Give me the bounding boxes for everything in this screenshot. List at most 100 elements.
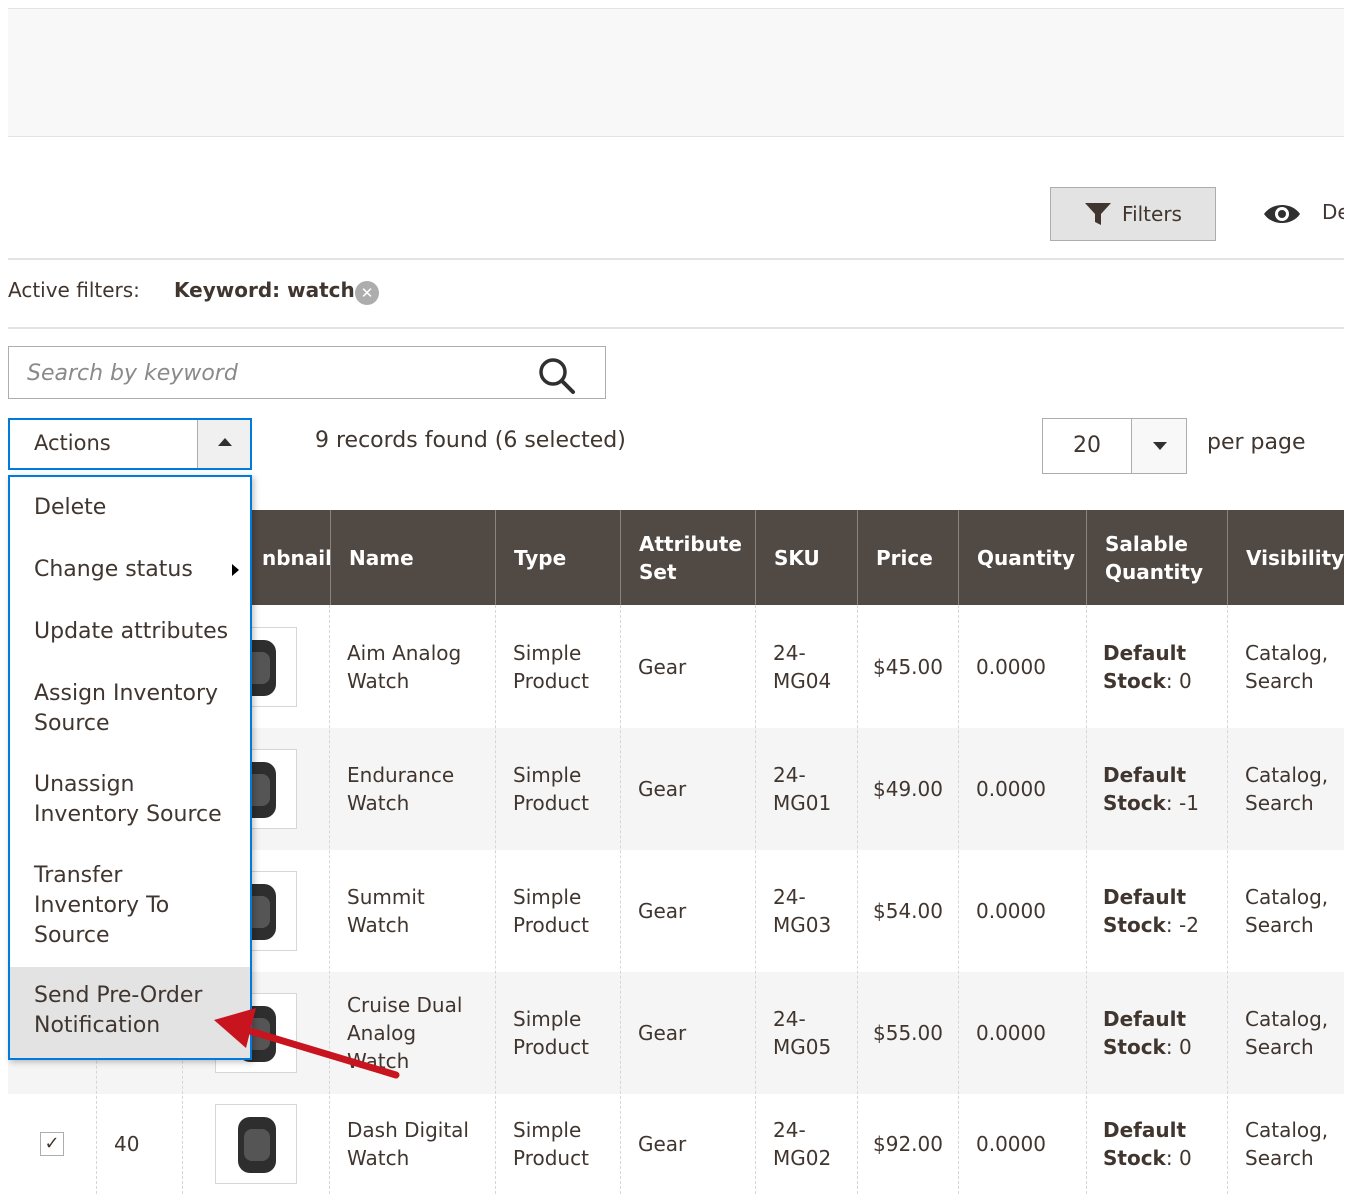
default-view-label[interactable]: De [1322,200,1344,224]
salable-quantity: Default Stock: -1 [1103,761,1199,817]
remove-filter-icon[interactable]: ✕ [355,281,379,305]
column-salable-quantity[interactable]: Salable Quantity [1086,510,1227,605]
product-visibility: Catalog, Search [1245,1118,1329,1170]
keyword-filter: Keyword: watch [174,278,355,302]
column-label: Attribute Set [639,531,742,584]
menu-item-change-status[interactable]: Change status [10,555,250,601]
per-page-value: 20 [1073,433,1101,458]
product-type: Simple Product [513,1007,589,1059]
actions-select[interactable]: Actions [8,418,252,470]
column-label: Visibility [1246,545,1345,570]
product-thumbnail[interactable] [215,1104,297,1184]
attribute-set: Gear [638,1021,687,1045]
product-price: $45.00 [873,654,943,679]
attribute-set: Gear [638,654,687,679]
menu-item-transfer-inventory[interactable]: Transfer Inventory To Source [10,861,250,967]
filters-label: Filters [1122,202,1182,226]
product-quantity: 0.0000 [976,1021,1046,1045]
product-name: Aim Analog Watch [347,640,462,693]
product-sku: 24- MG04 [773,640,832,693]
salable-stock-value: : 0 [1165,668,1192,693]
salable-quantity: Default Stock: 0 [1103,639,1192,695]
active-filters-label: Active filters: [8,278,140,302]
watch-face [244,1129,270,1161]
column-name[interactable]: Name [330,510,495,605]
product-sku: 24- MG03 [773,885,832,937]
column-visibility[interactable]: Visibility [1227,510,1344,605]
search-icon[interactable] [536,355,576,395]
eye-icon[interactable] [1262,200,1302,228]
actions-toggle[interactable] [197,420,250,468]
product-type: Simple Product [513,763,589,815]
menu-item-label: Unassign Inventory Source [34,772,222,827]
menu-item-unassign-inventory-source[interactable]: Unassign Inventory Source [10,770,250,846]
product-quantity: 0.0000 [976,777,1046,801]
per-page-label: per page [1207,430,1306,455]
menu-item-label: Send Pre-Order Notification [34,983,203,1038]
column-label: Name [349,545,414,570]
product-quantity: 0.0000 [976,1132,1046,1156]
column-divider [495,605,496,1194]
per-page-toggle[interactable] [1131,419,1186,473]
product-name: Endurance Watch [347,763,455,815]
per-page-select[interactable]: 20 [1042,418,1187,474]
column-sku[interactable]: SKU [755,510,857,605]
column-divider [755,605,756,1194]
column-label: Quantity [977,545,1075,570]
salable-stock-value: : -1 [1165,791,1199,815]
annotation-arrow-icon [214,1008,400,1079]
product-price: $54.00 [873,899,943,923]
product-name: Dash Digital Watch [347,1118,469,1170]
product-name: Summit Watch [347,885,425,937]
product-type: Simple Product [513,1118,589,1170]
filters-button[interactable]: Filters [1050,187,1216,241]
page-header-bar [8,8,1344,137]
product-price: $92.00 [873,1132,943,1156]
product-visibility: Catalog, Search [1245,885,1329,937]
records-found: 9 records found (6 selected) [315,428,626,453]
product-id: 40 [114,1132,140,1156]
product-type: Simple Product [513,885,589,937]
column-label: SKU [774,545,820,570]
product-visibility: Catalog, Search [1245,1007,1329,1059]
search-input[interactable] [9,347,529,400]
product-type: Simple Product [513,640,589,693]
column-divider [1227,605,1228,1194]
column-price[interactable]: Price [857,510,958,605]
menu-item-label: Delete [34,495,107,520]
divider [8,258,1344,260]
menu-item-label: Update attributes [34,619,229,644]
divider [8,327,1344,329]
salable-quantity: Default Stock: 0 [1103,1005,1192,1061]
column-divider [1086,605,1087,1194]
column-label: Price [876,545,933,570]
attribute-set: Gear [638,899,687,923]
funnel-icon [1085,203,1112,225]
column-attribute-set[interactable]: Attribute Set [620,510,755,605]
row-checkbox[interactable]: ✓ [40,1132,64,1156]
product-price: $55.00 [873,1021,943,1045]
caret-up-icon [218,438,232,446]
column-divider [620,605,621,1194]
column-quantity[interactable]: Quantity [958,510,1086,605]
salable-quantity: Default Stock: 0 [1103,1116,1192,1172]
product-quantity: 0.0000 [976,654,1046,679]
menu-item-assign-inventory-source[interactable]: Assign Inventory Source [10,679,250,755]
product-sku: 24- MG02 [773,1118,832,1170]
caret-down-icon [1153,442,1167,450]
column-type[interactable]: Type [495,510,620,605]
menu-item-label: Assign Inventory Source [34,681,219,736]
actions-label: Actions [34,431,111,455]
product-quantity: 0.0000 [976,899,1046,923]
product-visibility: Catalog, Search [1245,763,1329,815]
salable-stock-value: : 0 [1165,1146,1192,1170]
salable-stock-value: : 0 [1165,1035,1192,1059]
menu-item-delete[interactable]: Delete [10,493,250,539]
actions-menu: Delete Change status Update attributes A… [8,475,252,1060]
menu-item-update-attributes[interactable]: Update attributes [10,617,250,663]
column-divider [329,605,330,1194]
menu-item-label: Transfer Inventory To Source [34,863,170,948]
attribute-set: Gear [638,777,687,801]
attribute-set: Gear [638,1132,687,1156]
column-label: Type [514,545,567,570]
